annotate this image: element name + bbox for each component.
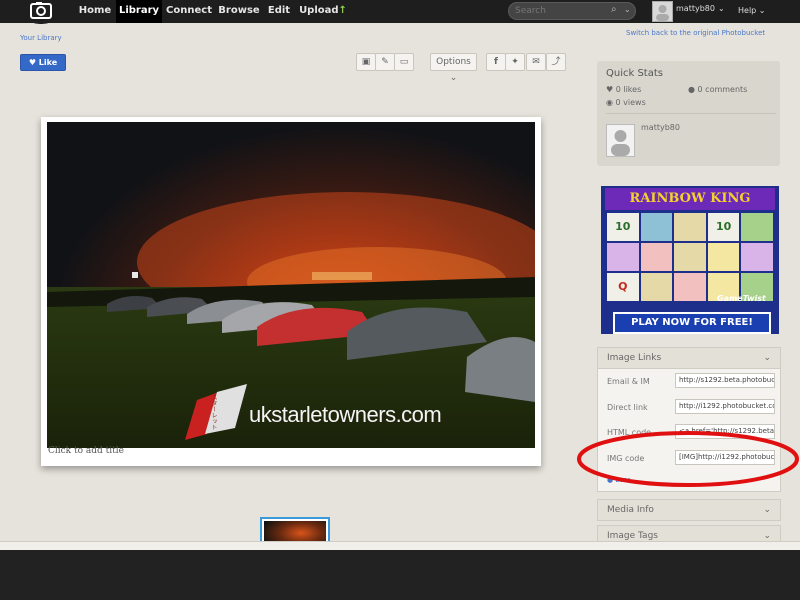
help-menu[interactable]: Help ⌄ (738, 6, 766, 15)
reel-cell: Q (607, 273, 639, 301)
reel-cell: 10 (707, 213, 740, 241)
twitter-icon: ✦ (511, 57, 519, 67)
reel-cell: 10 (607, 213, 639, 241)
help-chevron-icon: ⌄ (758, 6, 766, 15)
options-dropdown[interactable]: Options ⌄ (430, 53, 477, 83)
photo-title-caption[interactable]: Click to add title (48, 446, 124, 456)
link-label-email-im: Email & IM (607, 377, 650, 386)
search-icon[interactable]: ⌕ (611, 4, 617, 15)
upload-arrow-icon: ↑ (338, 5, 347, 16)
reel-cell (640, 243, 673, 271)
search-input[interactable] (515, 3, 605, 19)
reel-cell (674, 243, 706, 271)
share-icon: ⤴ (551, 57, 561, 67)
chevron-down-icon: ⌄ (763, 353, 771, 363)
owner-avatar[interactable] (606, 124, 635, 157)
folder-icon: ▭ (399, 57, 409, 67)
divider (606, 113, 776, 114)
reel-cell (640, 213, 673, 241)
advertisement-banner[interactable]: RAINBOW KING 10 10 Q GameTwist PLAY NOW … (601, 186, 779, 334)
media-info-title: Media Info (607, 505, 654, 515)
edit-icon: ✎ (381, 57, 389, 67)
email-icon: ✉ (532, 57, 540, 67)
reel-cell (674, 273, 706, 301)
reel-cell (607, 243, 639, 271)
options-label: Options (436, 57, 471, 67)
quick-stats-title: Quick Stats (606, 68, 663, 79)
heart-icon: ♥ (606, 85, 614, 94)
facebook-share-button[interactable]: f (486, 53, 506, 71)
camera-icon (30, 2, 52, 19)
reel-cell (640, 273, 673, 301)
nav-browse[interactable]: Browse (216, 0, 262, 23)
media-info-header[interactable]: Media Info ⌄ (598, 500, 780, 520)
image-links-header[interactable]: Image Links ⌄ (598, 348, 780, 369)
slideshow-icon: ▣ (361, 57, 371, 67)
email-im-link-field[interactable]: http://s1292.beta.photobuck (675, 373, 775, 388)
chevron-down-icon[interactable]: ⌄ (624, 5, 631, 14)
watermark-badge-text: スターレット (210, 394, 217, 430)
media-info-panel[interactable]: Media Info ⌄ (597, 499, 781, 521)
likes-stat: ♥ 0 likes (606, 85, 642, 94)
switch-back-link[interactable]: Switch back to the original Photobucket (626, 29, 765, 37)
photobucket-logo[interactable] (18, 0, 64, 24)
photo-card: スターレット ukstarletowners.com Click to add … (41, 117, 541, 466)
nav-edit[interactable]: Edit (262, 0, 296, 23)
views-stat: ◉ 0 views (606, 98, 646, 107)
like-label: Like (38, 58, 58, 67)
slideshow-button[interactable]: ▣ (356, 53, 376, 71)
search-box: ⌕ ⌄ (508, 2, 636, 20)
reel-cell (741, 243, 773, 271)
chevron-down-icon: ⌄ (449, 73, 458, 83)
user-avatar[interactable] (652, 1, 673, 22)
highlight-annotation (577, 431, 799, 487)
facebook-icon: f (494, 57, 498, 67)
help-label: Help (738, 6, 757, 15)
username[interactable]: mattyb80 (676, 4, 715, 13)
external-share-button[interactable]: ⤴ (546, 53, 566, 71)
username-chevron-icon[interactable]: ⌄ (718, 4, 725, 13)
direct-link-field[interactable]: http://i1292.photobucket.cor (675, 399, 775, 414)
nav-upload[interactable]: Upload↑ (296, 0, 350, 23)
nav-library[interactable]: Library (116, 0, 162, 23)
reel-cell (741, 213, 773, 241)
nav-home[interactable]: Home (74, 0, 116, 23)
watermark-text: ukstarletowners.com (249, 402, 442, 427)
photo-scene (47, 192, 535, 448)
ad-brand: GameTwist (717, 294, 766, 303)
upload-label: Upload (299, 5, 339, 16)
like-button[interactable]: ♥ Like (20, 54, 66, 71)
chevron-down-icon: ⌄ (763, 505, 771, 515)
heart-icon: ♥ (28, 58, 36, 67)
nav-connect[interactable]: Connect (162, 0, 216, 23)
link-label-direct: Direct link (607, 403, 648, 412)
email-share-button[interactable]: ✉ (526, 53, 546, 71)
image-tags-title: Image Tags (607, 531, 658, 541)
slot-reels: 10 10 Q (607, 213, 773, 301)
comment-icon: ● (688, 85, 695, 94)
comments-stat: ● 0 comments (688, 85, 748, 94)
footer-area (0, 550, 800, 600)
reel-cell (707, 243, 740, 271)
main-photo[interactable]: スターレット ukstarletowners.com (47, 122, 535, 448)
image-links-title: Image Links (607, 353, 662, 363)
reel-cell (674, 213, 706, 241)
ad-title: RAINBOW KING (629, 191, 751, 206)
twitter-share-button[interactable]: ✦ (505, 53, 525, 71)
breadcrumb-your-library[interactable]: Your Library (20, 34, 62, 42)
quick-stats-panel: Quick Stats ♥ 0 likes ● 0 comments ◉ 0 v… (597, 61, 780, 166)
edit-photo-button[interactable]: ✎ (375, 53, 395, 71)
move-button[interactable]: ▭ (394, 53, 414, 71)
owner-name[interactable]: mattyb80 (641, 123, 680, 132)
ad-cta-button[interactable]: PLAY NOW FOR FREE! (613, 312, 771, 334)
eye-icon: ◉ (606, 98, 613, 107)
